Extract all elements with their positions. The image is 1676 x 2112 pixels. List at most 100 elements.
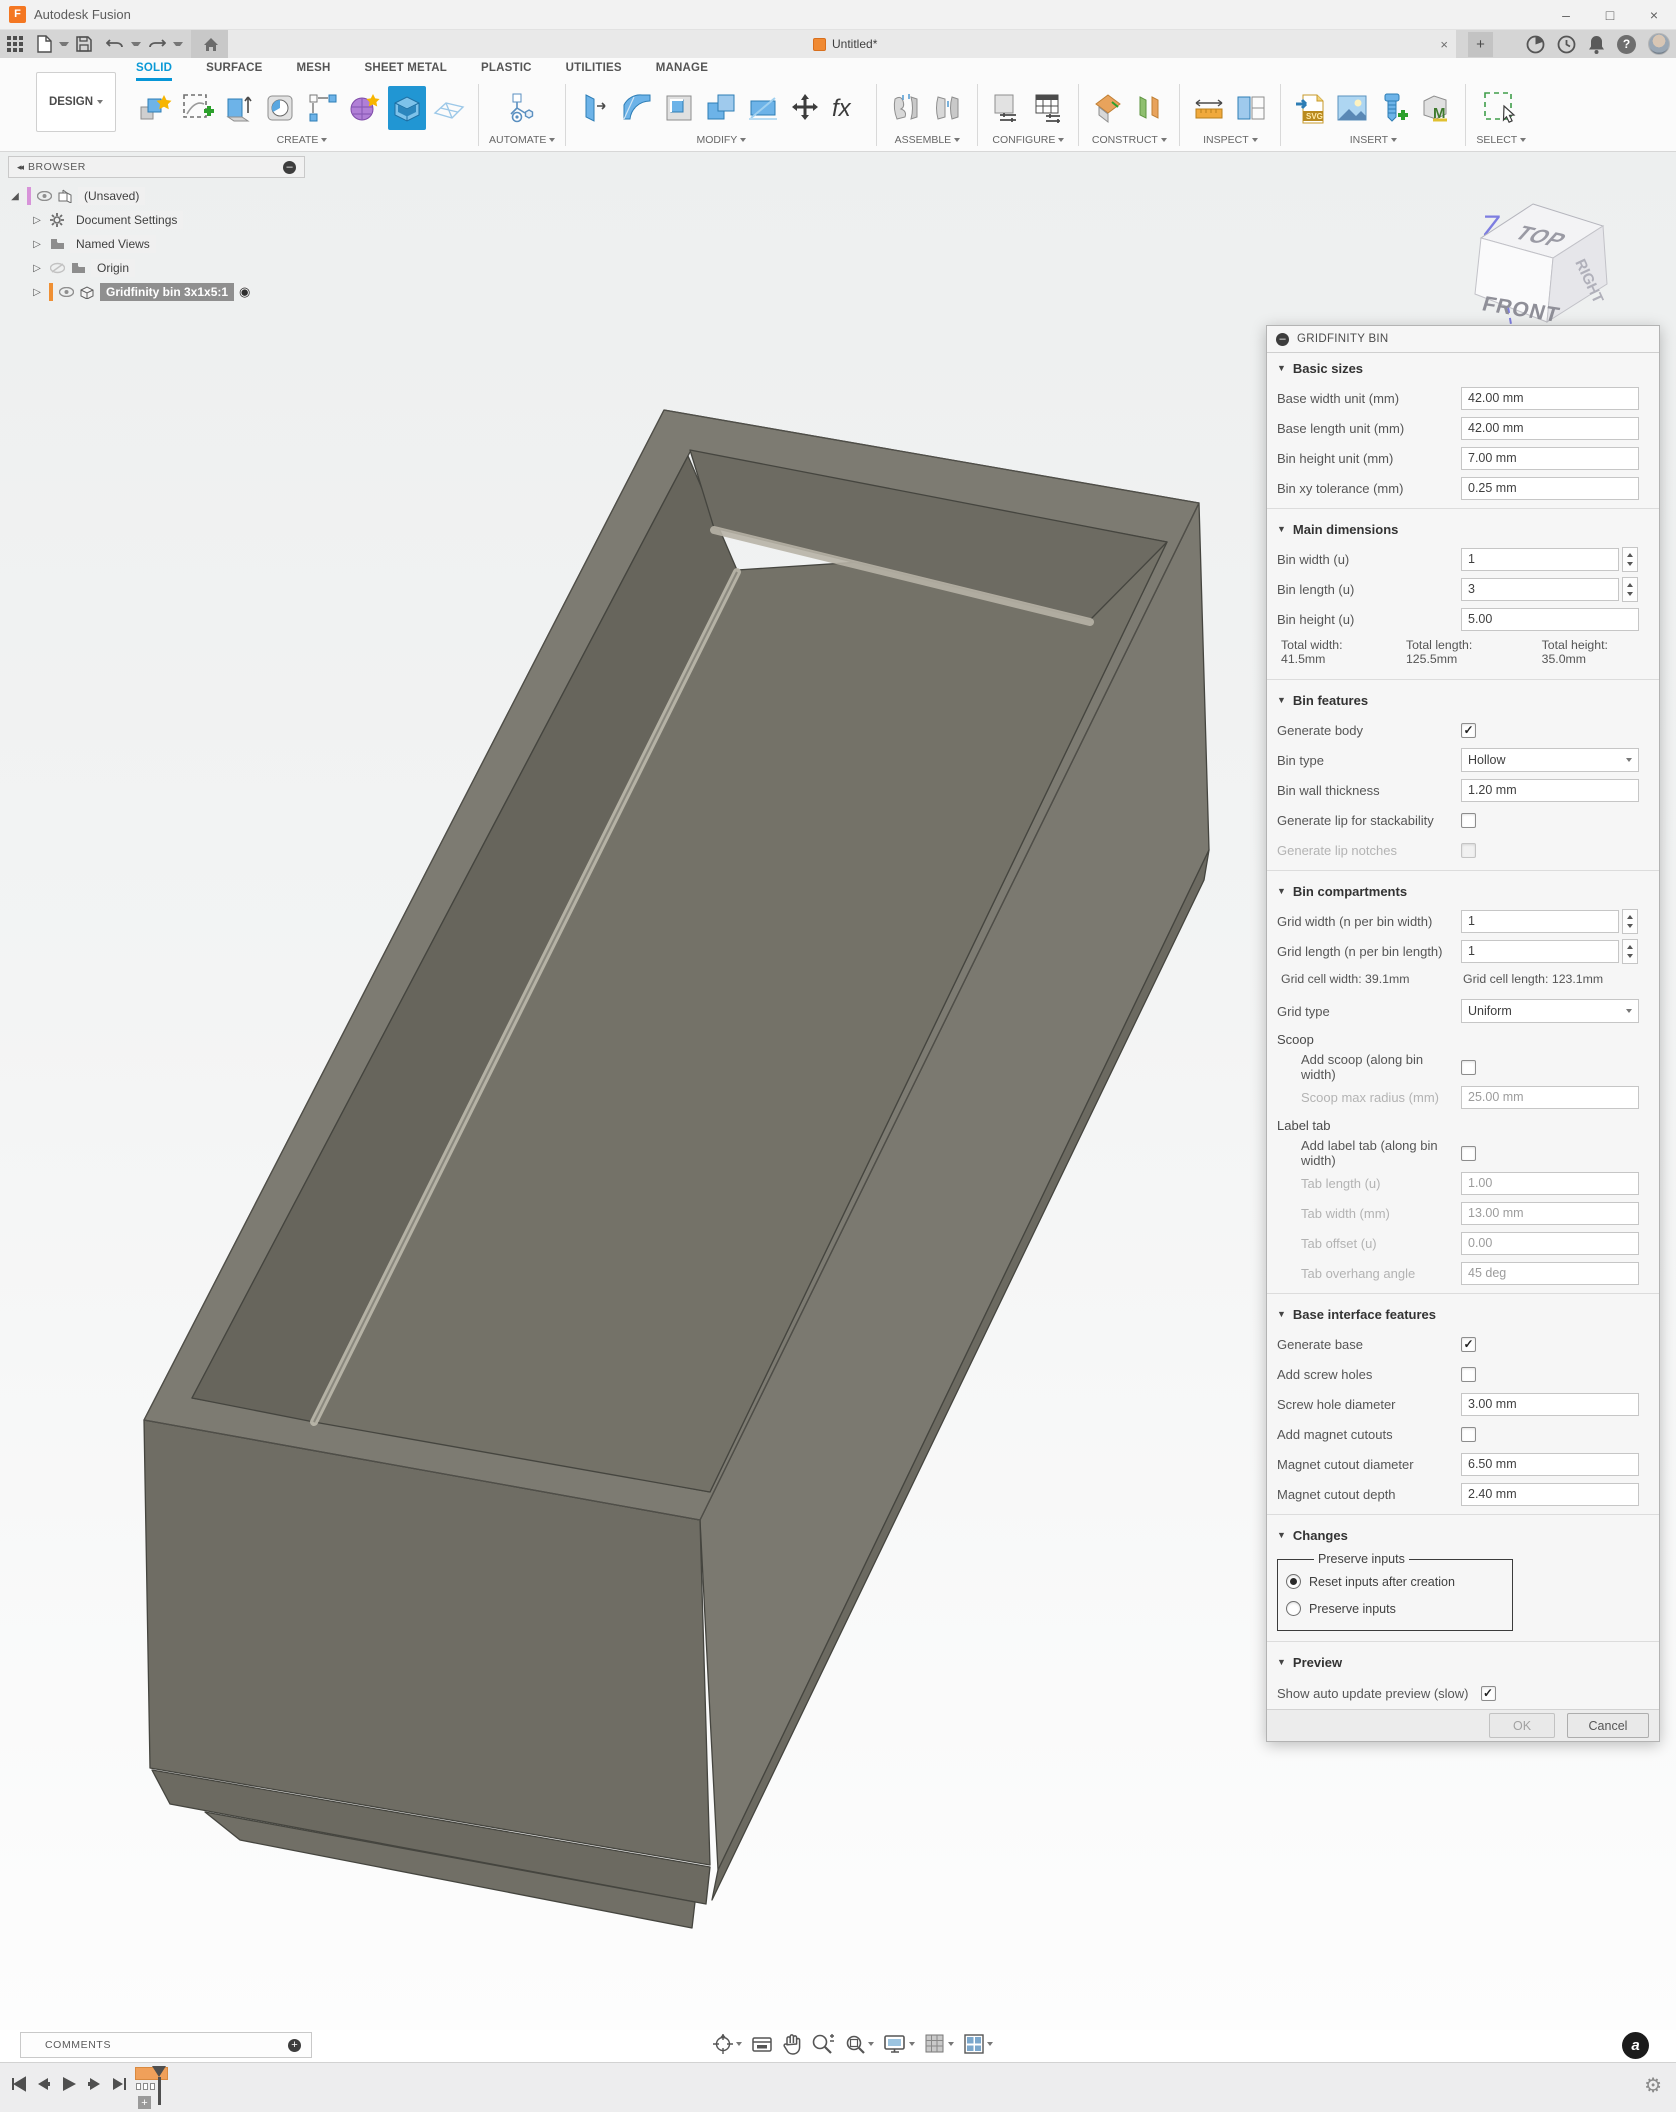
insert-fastener-icon[interactable] xyxy=(1375,86,1413,130)
press-pull-icon[interactable] xyxy=(576,86,614,130)
visibility-off-eye-icon[interactable] xyxy=(49,260,65,276)
joint-icon[interactable] xyxy=(887,86,925,130)
comments-panel[interactable]: COMMENTS + xyxy=(20,2032,312,2058)
tree-row-named-views[interactable]: ▷ Named Views xyxy=(8,232,305,256)
section-base-interface[interactable]: ▼Base interface features xyxy=(1267,1299,1659,1329)
magnet-cutouts-checkbox[interactable]: ✓ xyxy=(1461,1427,1476,1442)
grid-caret-icon[interactable] xyxy=(948,2042,954,2046)
expand-icon[interactable]: ▷ xyxy=(30,239,44,250)
insert-mcmaster-icon[interactable]: M xyxy=(1417,86,1455,130)
select-icon[interactable] xyxy=(1482,86,1520,130)
group-label-modify[interactable]: MODIFY xyxy=(696,134,746,146)
add-comment-icon[interactable]: + xyxy=(288,2039,301,2052)
shell-icon[interactable] xyxy=(660,86,698,130)
undo-icon[interactable] xyxy=(99,30,131,58)
add-scoop-checkbox[interactable]: ✓ xyxy=(1461,1060,1476,1075)
change-parameters-fx-icon[interactable]: fx xyxy=(828,86,866,130)
bin-length-input[interactable] xyxy=(1461,578,1619,601)
bin-height-input[interactable] xyxy=(1461,608,1639,631)
generate-body-checkbox[interactable]: ✓ xyxy=(1461,723,1476,738)
browser-minimize-icon[interactable]: – xyxy=(283,161,296,174)
grid-settings-icon[interactable] xyxy=(924,2033,954,2055)
timeline-add-group-icon[interactable]: + xyxy=(138,2096,151,2109)
wall-thickness-input[interactable] xyxy=(1461,779,1639,802)
revolve-icon[interactable] xyxy=(262,86,300,130)
notifications-bell-icon[interactable] xyxy=(1588,35,1605,54)
user-avatar[interactable] xyxy=(1648,33,1670,55)
insert-svg-icon[interactable]: SVG xyxy=(1291,86,1329,130)
preserve-inputs-radio[interactable] xyxy=(1286,1601,1301,1616)
section-analysis-icon[interactable] xyxy=(1232,86,1270,130)
gridfinity-bin-command-icon[interactable] xyxy=(388,86,426,130)
document-settings-label[interactable]: Document Settings xyxy=(70,211,183,229)
tree-row-gridfinity-bin[interactable]: ▷ Gridfinity bin 3x1x5:1 ◉ xyxy=(8,280,305,304)
file-menu-caret-icon[interactable] xyxy=(59,42,69,46)
group-label-create[interactable]: CREATE xyxy=(277,134,328,146)
help-icon[interactable]: ? xyxy=(1617,35,1636,54)
dialog-minimize-icon[interactable]: – xyxy=(1276,333,1289,346)
cancel-button[interactable]: Cancel xyxy=(1567,1713,1649,1738)
dialog-title-bar[interactable]: – GRIDFINITY BIN xyxy=(1267,326,1659,353)
section-basic-sizes[interactable]: ▼Basic sizes xyxy=(1267,353,1659,383)
section-bin-compartments[interactable]: ▼Bin compartments xyxy=(1267,876,1659,906)
collapse-browser-icon[interactable]: ◂◂ xyxy=(17,162,22,173)
create-sketch-icon[interactable] xyxy=(178,86,216,130)
generate-lip-checkbox[interactable]: ✓ xyxy=(1461,813,1476,828)
bin-length-stepper[interactable] xyxy=(1622,577,1638,602)
automate-icon[interactable] xyxy=(503,86,541,130)
radio-reset-inputs[interactable]: Reset inputs after creation xyxy=(1286,1568,1504,1595)
viewport-canvas[interactable]: ◂◂ BROWSER – ◢ (Unsaved) ▷ Document Sett… xyxy=(0,152,1676,2030)
orbit-caret-icon[interactable] xyxy=(736,2042,742,2046)
bin-width-input[interactable] xyxy=(1461,548,1619,571)
maximize-button[interactable]: □ xyxy=(1588,0,1632,30)
base-length-input[interactable] xyxy=(1461,417,1639,440)
magnet-diameter-input[interactable] xyxy=(1461,1453,1639,1476)
create-form-icon[interactable] xyxy=(346,86,384,130)
generate-base-checkbox[interactable]: ✓ xyxy=(1461,1337,1476,1352)
grid-width-input[interactable] xyxy=(1461,910,1619,933)
gridfinity-bin-model[interactable] xyxy=(100,380,1240,1940)
mesh-surface-icon[interactable] xyxy=(430,86,468,130)
tolerance-input[interactable] xyxy=(1461,477,1639,500)
timeline-position-slider[interactable] xyxy=(152,2066,167,2106)
group-label-construct[interactable]: CONSTRUCT xyxy=(1092,134,1167,146)
job-status-clock-icon[interactable] xyxy=(1557,35,1576,54)
base-width-input[interactable] xyxy=(1461,387,1639,410)
tab-close-icon[interactable]: × xyxy=(1440,37,1448,52)
pan-hand-icon[interactable] xyxy=(782,2033,802,2055)
extensions-icon[interactable] xyxy=(1526,35,1545,54)
tab-surface[interactable]: SURFACE xyxy=(206,62,262,81)
screw-diameter-input[interactable] xyxy=(1461,1393,1639,1416)
body-label[interactable]: Gridfinity bin 3x1x5:1 xyxy=(100,283,234,301)
expand-icon[interactable]: ◢ xyxy=(8,191,22,202)
group-label-configure[interactable]: CONFIGURE xyxy=(992,134,1064,146)
tree-row-document-settings[interactable]: ▷ Document Settings xyxy=(8,208,305,232)
bin-height-unit-input[interactable] xyxy=(1461,447,1639,470)
undo-caret-icon[interactable] xyxy=(131,42,141,46)
auto-preview-checkbox[interactable]: ✓ xyxy=(1481,1686,1496,1701)
tab-utilities[interactable]: UTILITIES xyxy=(566,62,622,81)
assistant-logo[interactable]: a xyxy=(1622,2032,1649,2059)
group-label-assemble[interactable]: ASSEMBLE xyxy=(895,134,961,146)
zoom-icon[interactable] xyxy=(811,2033,835,2055)
group-label-automate[interactable]: AUTOMATE xyxy=(489,134,555,146)
construct-plane-icon[interactable] xyxy=(1089,86,1127,130)
new-component-icon[interactable] xyxy=(136,86,174,130)
reset-inputs-radio[interactable] xyxy=(1286,1574,1301,1589)
display-settings-icon[interactable] xyxy=(883,2033,915,2055)
grid-type-dropdown[interactable]: Uniform xyxy=(1461,999,1639,1023)
expand-icon[interactable]: ▷ xyxy=(30,263,44,274)
activate-component-radio-icon[interactable]: ◉ xyxy=(239,284,250,300)
group-label-select[interactable]: SELECT xyxy=(1476,134,1526,146)
insert-canvas-icon[interactable] xyxy=(1333,86,1371,130)
minimize-button[interactable]: – xyxy=(1544,0,1588,30)
file-menu-icon[interactable] xyxy=(30,30,59,58)
workspace-selector[interactable]: DESIGN xyxy=(36,72,116,132)
document-tab[interactable]: Untitled* xyxy=(813,37,877,51)
configuration-table-icon[interactable] xyxy=(1030,86,1068,130)
display-caret-icon[interactable] xyxy=(909,2042,915,2046)
radio-preserve-inputs[interactable]: Preserve inputs xyxy=(1286,1595,1504,1622)
bin-width-stepper[interactable] xyxy=(1622,547,1638,572)
origin-label[interactable]: Origin xyxy=(91,259,135,277)
group-label-inspect[interactable]: INSPECT xyxy=(1203,134,1258,146)
